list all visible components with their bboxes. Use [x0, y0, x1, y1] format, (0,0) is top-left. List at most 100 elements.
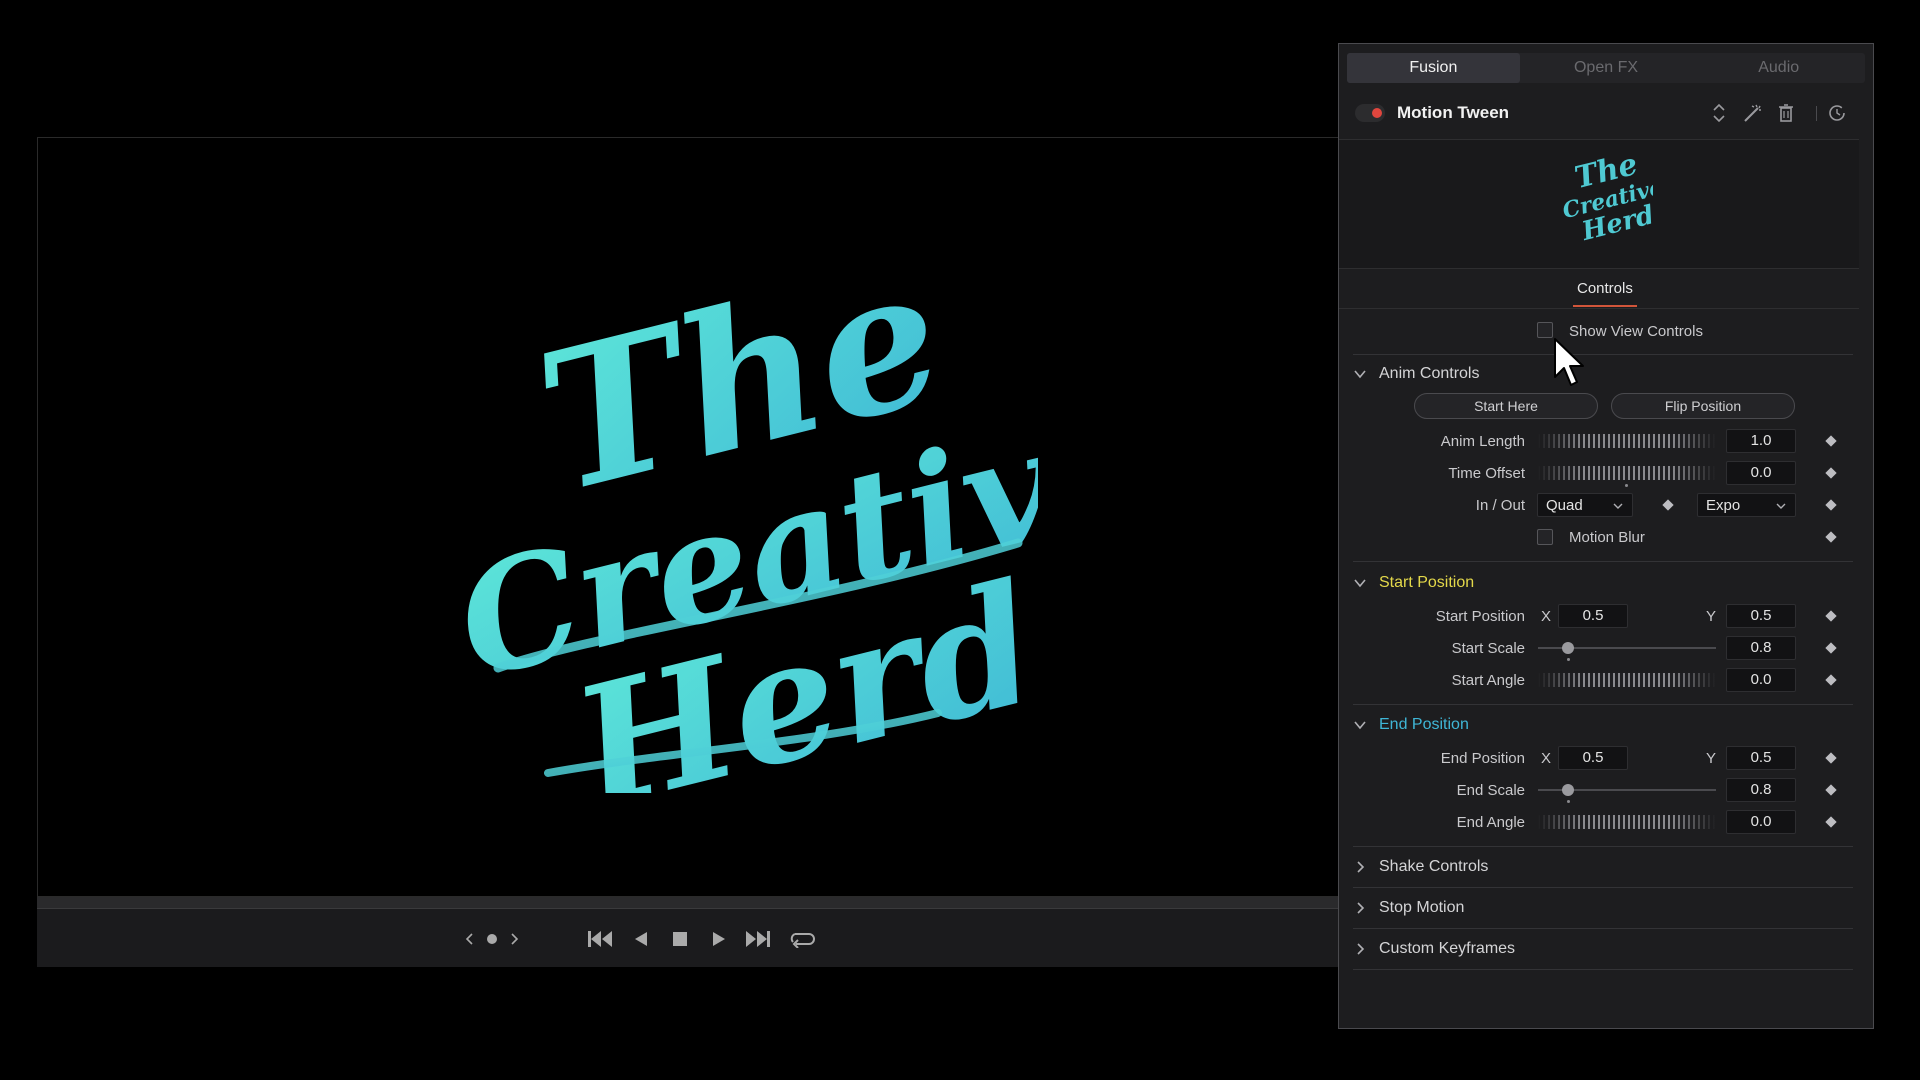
- in-ease-dropdown[interactable]: Quad: [1537, 493, 1633, 517]
- effect-thumbnail: The Creative Herd: [1560, 150, 1653, 246]
- end-scale-label: End Scale: [1456, 782, 1525, 799]
- section-divider: [1353, 561, 1853, 562]
- start-x-field[interactable]: 0.5: [1558, 604, 1628, 628]
- flip-position-button[interactable]: Flip Position: [1611, 393, 1795, 419]
- motion-blur-keyframe-icon[interactable]: [1825, 531, 1837, 543]
- stop-motion-header[interactable]: Stop Motion: [1353, 894, 1853, 922]
- tab-audio[interactable]: Audio: [1692, 53, 1865, 83]
- section-divider: [1353, 846, 1853, 847]
- chevron-right-icon: [1357, 861, 1365, 873]
- transport-controls: [37, 909, 1339, 967]
- end-position-keyframe-icon[interactable]: [1825, 752, 1837, 764]
- section-divider: [1353, 928, 1853, 929]
- time-offset-keyframe-icon[interactable]: [1825, 467, 1837, 479]
- end-angle-field[interactable]: 0.0: [1726, 810, 1796, 834]
- mouse-pointer-icon: [1554, 338, 1584, 386]
- show-view-controls-row: Show View Controls: [1339, 317, 1859, 345]
- go-to-start-icon[interactable]: [585, 927, 615, 951]
- end-position-header[interactable]: End Position: [1353, 711, 1853, 739]
- end-position-row: End Position X 0.5 Y 0.5: [1339, 744, 1859, 772]
- end-angle-ladder[interactable]: [1538, 815, 1716, 829]
- tab-controls[interactable]: Controls: [1577, 280, 1633, 297]
- tab-open-fx[interactable]: Open FX: [1520, 53, 1693, 83]
- start-angle-keyframe-icon[interactable]: [1825, 674, 1837, 686]
- start-angle-field[interactable]: 0.0: [1726, 668, 1796, 692]
- timeline-scrub-bar[interactable]: [37, 897, 1339, 909]
- end-angle-keyframe-icon[interactable]: [1825, 816, 1837, 828]
- chevron-down-icon: [1354, 579, 1366, 588]
- next-marker-icon[interactable]: [499, 927, 529, 951]
- inspector-panel: Fusion Open FX Audio Motion Tween The Cr…: [1338, 43, 1874, 1029]
- anim-length-field[interactable]: 1.0: [1726, 429, 1796, 453]
- ladder-center-mark: [1625, 484, 1628, 487]
- show-view-controls-checkbox[interactable]: [1537, 322, 1553, 338]
- end-angle-label: End Angle: [1456, 814, 1525, 831]
- viewer-canvas[interactable]: The Creative Herd: [37, 137, 1339, 897]
- start-angle-row: Start Angle 0.0: [1339, 666, 1859, 694]
- play-icon[interactable]: [704, 927, 734, 951]
- start-position-label: Start Position: [1435, 608, 1525, 625]
- end-y-field[interactable]: 0.5: [1726, 746, 1796, 770]
- default-value-mark: [1567, 800, 1570, 803]
- effect-title: Motion Tween: [1397, 103, 1510, 122]
- section-divider: [1353, 969, 1853, 970]
- end-scale-slider-knob[interactable]: [1562, 784, 1574, 796]
- out-ease-dropdown[interactable]: Expo: [1697, 493, 1796, 517]
- inspector-tabs: Fusion Open FX Audio: [1347, 53, 1865, 83]
- time-offset-ladder[interactable]: [1538, 466, 1716, 480]
- go-to-end-icon[interactable]: [743, 927, 773, 951]
- time-offset-label: Time Offset: [1448, 465, 1525, 482]
- effect-thumbnail-area: The Creative Herd: [1339, 139, 1859, 269]
- start-position-header[interactable]: Start Position: [1353, 569, 1853, 597]
- custom-keyframes-header[interactable]: Custom Keyframes: [1353, 935, 1853, 963]
- start-scale-keyframe-icon[interactable]: [1825, 642, 1837, 654]
- start-angle-label: Start Angle: [1451, 672, 1525, 689]
- tab-controls-underline: [1573, 305, 1637, 307]
- chevron-down-icon: [1354, 370, 1366, 379]
- show-view-controls-label: Show View Controls: [1569, 323, 1703, 340]
- record-dot-icon: [1372, 108, 1382, 118]
- anim-length-label: Anim Length: [1440, 433, 1525, 450]
- out-ease-keyframe-icon[interactable]: [1825, 499, 1837, 511]
- start-scale-row: Start Scale 0.8: [1339, 634, 1859, 662]
- reorder-arrows-icon[interactable]: [1708, 102, 1730, 124]
- reset-history-icon[interactable]: [1826, 102, 1848, 124]
- anim-length-row: Anim Length 1.0: [1339, 427, 1859, 455]
- start-scale-slider-knob[interactable]: [1562, 642, 1574, 654]
- chevron-right-icon: [1357, 943, 1365, 955]
- start-position-keyframe-icon[interactable]: [1825, 610, 1837, 622]
- effect-enable-toggle[interactable]: [1355, 104, 1385, 122]
- start-x-axis-label: X: [1541, 608, 1552, 625]
- in-ease-keyframe-icon[interactable]: [1662, 499, 1674, 511]
- shake-controls-header[interactable]: Shake Controls: [1353, 853, 1853, 881]
- section-divider: [1353, 704, 1853, 705]
- delete-trash-icon[interactable]: [1775, 102, 1797, 124]
- play-reverse-icon[interactable]: [626, 927, 656, 951]
- time-offset-field[interactable]: 0.0: [1726, 461, 1796, 485]
- motion-blur-checkbox[interactable]: [1537, 529, 1553, 545]
- chevron-right-icon: [1357, 902, 1365, 914]
- magic-wand-icon[interactable]: [1742, 102, 1764, 124]
- end-scale-field[interactable]: 0.8: [1726, 778, 1796, 802]
- start-angle-ladder[interactable]: [1538, 673, 1716, 687]
- anim-length-ladder[interactable]: [1538, 434, 1716, 448]
- anim-length-keyframe-icon[interactable]: [1825, 435, 1837, 447]
- anim-controls-header[interactable]: Anim Controls: [1353, 360, 1853, 388]
- default-value-mark: [1567, 658, 1570, 661]
- loop-icon[interactable]: [787, 927, 817, 951]
- stop-icon[interactable]: [665, 927, 695, 951]
- end-x-field[interactable]: 0.5: [1558, 746, 1628, 770]
- viewer: The Creative Herd: [37, 137, 1339, 967]
- start-here-button[interactable]: Start Here: [1414, 393, 1598, 419]
- end-x-axis-label: X: [1541, 750, 1552, 767]
- start-y-field[interactable]: 0.5: [1726, 604, 1796, 628]
- chevron-down-icon: [1354, 721, 1366, 730]
- motion-blur-label: Motion Blur: [1569, 529, 1645, 546]
- start-scale-field[interactable]: 0.8: [1726, 636, 1796, 660]
- end-scale-keyframe-icon[interactable]: [1825, 784, 1837, 796]
- end-y-axis-label: Y: [1706, 750, 1717, 767]
- in-out-label: In / Out: [1475, 497, 1525, 514]
- effect-header: Motion Tween: [1339, 97, 1859, 129]
- tab-fusion[interactable]: Fusion: [1347, 53, 1520, 83]
- controls-tab-bar: Controls: [1339, 269, 1859, 309]
